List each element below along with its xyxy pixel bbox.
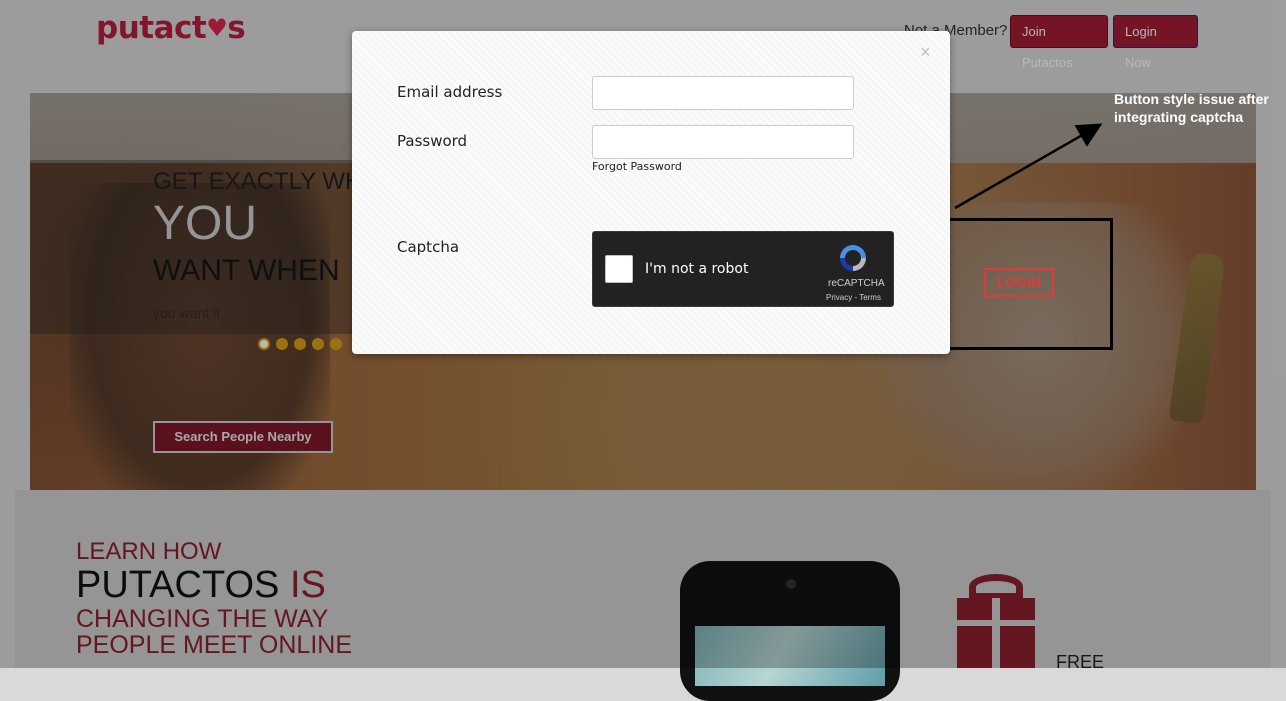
password-field[interactable] xyxy=(592,125,854,159)
login-button[interactable]: LOGIN xyxy=(984,268,1054,297)
forgot-password-link[interactable]: Forgot Password xyxy=(592,160,682,173)
annotation-note: Button style issue after integrating cap… xyxy=(1114,91,1269,125)
recaptcha-terms-link[interactable]: Privacy - Terms xyxy=(826,293,881,302)
recaptcha-text: I'm not a robot xyxy=(645,261,749,277)
email-label: Email address xyxy=(397,83,503,101)
recaptcha-brand: reCAPTCHA xyxy=(828,278,885,289)
recaptcha-icon xyxy=(840,245,866,271)
recaptcha-checkbox[interactable] xyxy=(605,255,633,283)
captcha-label: Captcha xyxy=(397,238,460,256)
close-icon[interactable]: × xyxy=(920,42,931,63)
email-field[interactable] xyxy=(592,76,854,110)
password-label: Password xyxy=(397,132,468,150)
recaptcha-widget: I'm not a robot reCAPTCHA Privacy - Term… xyxy=(592,231,894,307)
